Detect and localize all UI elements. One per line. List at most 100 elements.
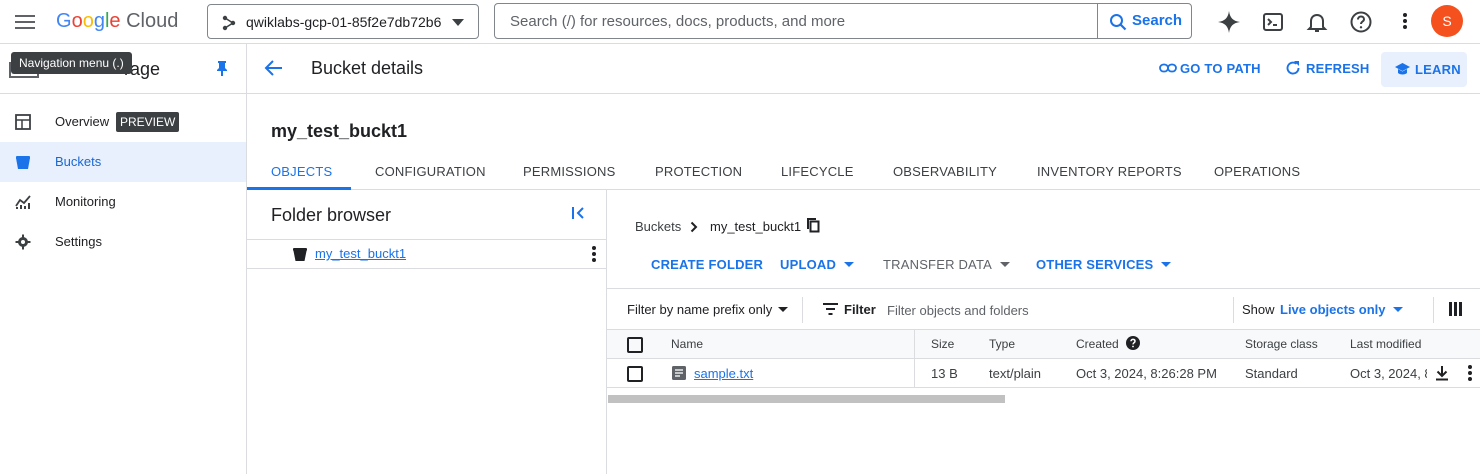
- sidebar-item-label: Settings: [55, 234, 102, 249]
- object-size: 13 B: [931, 366, 958, 381]
- cloud-shell-icon[interactable]: [1261, 10, 1285, 34]
- more-vert-icon[interactable]: [592, 246, 596, 262]
- column-display-icon[interactable]: [1449, 302, 1462, 316]
- folder-tree-item[interactable]: my_test_buckt1: [247, 239, 606, 269]
- tab-permissions[interactable]: PERMISSIONS: [523, 164, 616, 179]
- google-cloud-logo[interactable]: Google Cloud: [56, 10, 178, 33]
- column-header-created[interactable]: Created: [1076, 337, 1119, 351]
- dropdown-caret-icon: [1000, 262, 1011, 267]
- tab-protection[interactable]: PROTECTION: [655, 164, 742, 179]
- pin-icon[interactable]: [215, 60, 229, 76]
- show-label: Show: [1242, 302, 1275, 317]
- hamburger-menu-icon[interactable]: [14, 11, 36, 33]
- column-header-size[interactable]: Size: [931, 337, 954, 351]
- chevron-down-icon: [1393, 307, 1404, 312]
- tab-observability[interactable]: OBSERVABILITY: [893, 164, 997, 179]
- help-icon[interactable]: [1349, 10, 1373, 34]
- sidebar-item-label: Overview: [55, 114, 110, 129]
- objects-table-header: Name Size Type Created Storage class Las…: [607, 330, 1480, 388]
- object-storage-class: Standard: [1245, 366, 1298, 381]
- object-name-link[interactable]: sample.txt: [694, 366, 753, 381]
- chevron-right-icon: [690, 221, 698, 233]
- more-vert-icon[interactable]: [1468, 365, 1472, 381]
- row-checkbox[interactable]: [627, 366, 643, 382]
- help-icon[interactable]: [1126, 336, 1140, 350]
- gear-icon: [15, 234, 31, 250]
- object-created: Oct 3, 2024, 8:26:28 PM: [1076, 366, 1217, 381]
- overview-icon: [15, 114, 31, 130]
- search-bar: Search: [494, 3, 1192, 39]
- select-all-checkbox[interactable]: [627, 337, 643, 353]
- bucket-icon: [293, 248, 307, 261]
- avatar[interactable]: S: [1431, 5, 1463, 37]
- search-button-label: Search: [1132, 12, 1183, 29]
- notifications-bell-icon[interactable]: [1305, 10, 1329, 34]
- link-icon: [1159, 63, 1177, 73]
- back-arrow-icon[interactable]: [264, 58, 284, 78]
- sidebar-item-label: Buckets: [55, 154, 102, 169]
- learn-button[interactable]: LEARN: [1381, 52, 1467, 87]
- text-file-icon: [672, 366, 686, 380]
- folder-tree-bucket-link[interactable]: my_test_buckt1: [315, 246, 406, 261]
- folder-browser-title: Folder browser: [271, 205, 392, 225]
- search-icon: [1110, 14, 1127, 31]
- gemini-sparkle-icon[interactable]: [1217, 10, 1241, 34]
- search-button[interactable]: Search: [1097, 4, 1191, 38]
- divider: [1433, 297, 1434, 323]
- transfer-data-button[interactable]: TRANSFER DATA: [883, 257, 1011, 272]
- column-header-name[interactable]: Name: [671, 337, 703, 351]
- preview-badge: PREVIEW: [116, 112, 180, 132]
- divider: [1233, 297, 1234, 323]
- sidebar-item-overview[interactable]: Overview PREVIEW: [0, 102, 246, 142]
- filter-bar: Filter by name prefix only Filter Show L…: [607, 288, 1480, 330]
- search-input[interactable]: [495, 4, 1099, 38]
- sidebar-item-buckets[interactable]: Buckets: [0, 142, 246, 182]
- tab-configuration[interactable]: CONFIGURATION: [375, 164, 486, 179]
- product-sidebar: rage Overview PREVIEW Buckets Monitoring…: [0, 44, 247, 474]
- breadcrumb-current: my_test_buckt1: [710, 219, 802, 234]
- horizontal-scrollbar[interactable]: [608, 395, 1005, 403]
- other-services-label: OTHER SERVICES: [1036, 257, 1154, 272]
- breadcrumb-buckets-link[interactable]: Buckets: [635, 219, 681, 234]
- show-filter-select[interactable]: Live objects only: [1280, 302, 1404, 317]
- go-to-path-label: GO TO PATH: [1180, 61, 1261, 76]
- project-name: qwiklabs-gcp-01-85f2e7db72b6: [246, 14, 442, 30]
- sidebar-item-settings[interactable]: Settings: [0, 222, 246, 262]
- column-header-last-modified[interactable]: Last modified: [1350, 337, 1421, 351]
- upload-label: UPLOAD: [780, 257, 837, 272]
- collapse-panel-icon[interactable]: [571, 206, 587, 220]
- navigation-menu-tooltip: Navigation menu (.): [11, 52, 132, 74]
- tab-objects[interactable]: OBJECTS: [271, 164, 332, 179]
- filter-input[interactable]: [885, 297, 1225, 323]
- column-header-storage-class[interactable]: Storage class: [1245, 337, 1318, 351]
- tab-operations[interactable]: OPERATIONS: [1214, 164, 1300, 179]
- more-vert-icon[interactable]: [1403, 13, 1407, 29]
- chevron-down-icon: [778, 307, 789, 312]
- sidebar-item-monitoring[interactable]: Monitoring: [0, 182, 246, 222]
- other-services-button[interactable]: OTHER SERVICES: [1036, 257, 1172, 272]
- show-filter-value: Live objects only: [1280, 302, 1386, 317]
- top-header: Google Cloud qwiklabs-gcp-01-85f2e7db72b…: [0, 0, 1480, 44]
- column-header-type[interactable]: Type: [989, 337, 1015, 351]
- refresh-label: REFRESH: [1306, 61, 1370, 76]
- filter-mode-label: Filter by name prefix only: [627, 302, 773, 317]
- project-selector[interactable]: qwiklabs-gcp-01-85f2e7db72b6: [207, 4, 479, 39]
- filter-label: Filter: [844, 302, 876, 317]
- download-icon[interactable]: [1435, 365, 1449, 381]
- learn-label: LEARN: [1415, 62, 1461, 77]
- filter-mode-select[interactable]: Filter by name prefix only: [627, 302, 789, 317]
- create-folder-button[interactable]: CREATE FOLDER: [651, 257, 763, 272]
- sidebar-item-label: Monitoring: [55, 194, 116, 209]
- folder-browser-panel: Folder browser my_test_buckt1: [247, 190, 607, 474]
- tab-inventory-reports[interactable]: INVENTORY REPORTS: [1037, 164, 1182, 179]
- copy-icon[interactable]: [807, 218, 820, 233]
- table-row[interactable]: sample.txt 13 B text/plain Oct 3, 2024, …: [607, 359, 1480, 388]
- dropdown-caret-icon: [1161, 262, 1172, 267]
- monitoring-chart-icon: [15, 195, 31, 209]
- filter-icon: [823, 303, 838, 315]
- tab-lifecycle[interactable]: LIFECYCLE: [781, 164, 854, 179]
- dropdown-caret-icon: [844, 262, 855, 267]
- upload-button[interactable]: UPLOAD: [780, 257, 855, 272]
- page-title: Bucket details: [311, 58, 424, 78]
- object-last-modified: Oct 3, 2024, 8: [1350, 366, 1427, 381]
